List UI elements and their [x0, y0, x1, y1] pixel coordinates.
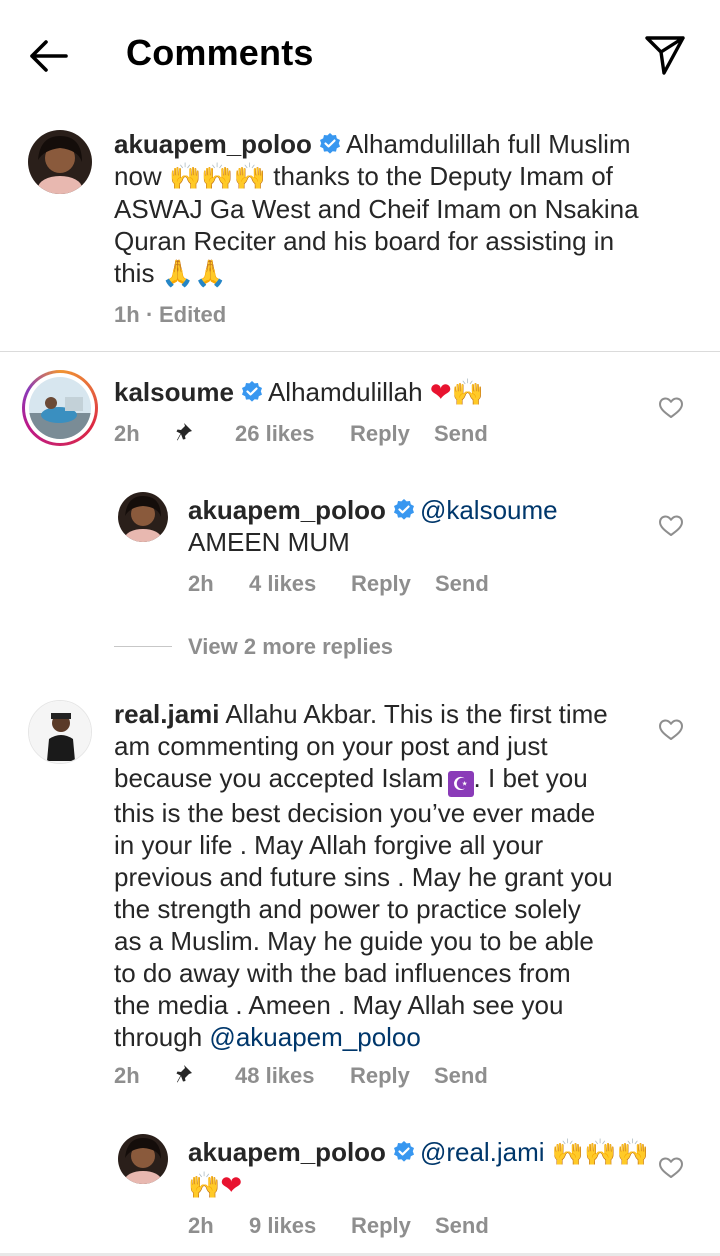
comment-body: Alhamdulillah: [267, 377, 423, 407]
back-button[interactable]: [22, 30, 74, 82]
verified-badge-icon: [393, 1141, 414, 1162]
reply-button[interactable]: Reply: [350, 1063, 410, 1089]
comment-line-9: to do away with the bad influences from: [114, 958, 571, 988]
likes-count[interactable]: 26 likes: [235, 421, 315, 447]
heart-outline-icon[interactable]: [658, 514, 684, 538]
caption-line-3: ASWAJ Ga West and Cheif Imam on Nsakina: [114, 194, 639, 224]
mention-link[interactable]: @akuapem_poloo: [209, 1022, 420, 1052]
comment-line-8: as a Muslim. May he guide you to be able: [114, 926, 594, 956]
red-heart-emoji: ❤: [429, 378, 452, 408]
comment-line-10: the media . Ameen . May Allah see you: [114, 990, 564, 1020]
avatar-image: [28, 130, 92, 194]
red-heart-emoji: ❤: [220, 1171, 243, 1201]
reply-text: akuapem_poloo @real.jami 🙌🙌🙌 🙌❤: [188, 1136, 649, 1202]
send-button[interactable]: Send: [435, 571, 489, 597]
comment-line-11: through: [114, 1022, 203, 1052]
comment-actions: 2h 26 likes Reply Send: [114, 421, 534, 449]
share-button[interactable]: [640, 32, 690, 78]
reply-body: AMEEN MUM: [188, 527, 350, 557]
comment-actions: 2h 48 likes Reply Send: [114, 1063, 534, 1091]
send-button[interactable]: Send: [434, 421, 488, 447]
comment-line-4: this is the best decision you’ve ever ma…: [114, 798, 596, 828]
post-caption: akuapem_poloo Alhamdulillah full Muslim n…: [0, 108, 720, 352]
view-more-replies-label[interactable]: View 2 more replies: [188, 634, 393, 660]
likes-count[interactable]: 9 likes: [249, 1213, 316, 1239]
reply-button[interactable]: Reply: [351, 1213, 411, 1239]
verified-badge-icon: [319, 133, 340, 154]
header: Comments: [0, 0, 720, 108]
caption-username[interactable]: akuapem_poloo: [114, 129, 312, 159]
raising-hands-emoji: 🙌: [451, 378, 485, 408]
comment-line-3-suffix: . I bet you: [473, 763, 588, 793]
caption-line-4: Quran Reciter and his board for assistin…: [114, 226, 615, 256]
avatar[interactable]: [28, 130, 92, 194]
pin-icon: [176, 421, 196, 449]
raising-hands-emoji: 🙌: [188, 1171, 221, 1201]
comment-line-3: because you accepted Islam: [114, 763, 444, 793]
divider: [114, 646, 172, 647]
raising-hands-emoji: 🙌🙌🙌: [168, 162, 267, 192]
reply-username[interactable]: akuapem_poloo: [188, 1137, 386, 1167]
comment-time: 2h: [114, 1063, 140, 1088]
caption-line-2-prefix: now: [114, 161, 162, 191]
heart-outline-icon[interactable]: [658, 396, 684, 420]
reply-button[interactable]: Reply: [350, 421, 410, 447]
caption-line-5: this: [114, 258, 155, 288]
verified-badge-icon: [393, 499, 414, 520]
heart-outline-icon[interactable]: [658, 718, 684, 742]
reply-text: akuapem_poloo @kalsoume AMEEN MUM: [188, 494, 558, 558]
comment-text: kalsoume Alhamdulillah ❤🙌: [114, 376, 484, 409]
caption-line-1: Alhamdulillah full Muslim: [345, 129, 631, 159]
avatar[interactable]: [118, 1134, 168, 1184]
comment-time: 2h: [188, 1213, 214, 1238]
send-button[interactable]: Send: [435, 1213, 489, 1239]
comment-line-6: previous and future sins . May he grant …: [114, 862, 613, 892]
likes-count[interactable]: 48 likes: [235, 1063, 315, 1089]
comment-text: real.jami Allahu Akbar. This is the firs…: [114, 698, 674, 1053]
caption-text: akuapem_poloo Alhamdulillah full Muslim n…: [114, 128, 674, 290]
reply-button[interactable]: Reply: [351, 571, 411, 597]
comment-time: 2h: [188, 571, 214, 596]
caption-separator: ·: [146, 302, 154, 327]
paper-plane-icon: [645, 36, 685, 75]
avatar: [29, 377, 91, 439]
send-button[interactable]: Send: [434, 1063, 488, 1089]
caption-line-2: thanks to the Deputy Imam of: [273, 161, 613, 191]
reply-actions: 2h 9 likes Reply Send: [188, 1213, 528, 1241]
praying-hands-emoji: 🙏🙏: [161, 259, 227, 289]
caption-edited: Edited: [159, 302, 227, 327]
likes-count[interactable]: 4 likes: [249, 571, 316, 597]
mention-link[interactable]: @real.jami: [420, 1137, 545, 1167]
caption-meta: 1h · Edited: [114, 302, 414, 330]
comment-username[interactable]: real.jami: [114, 699, 220, 729]
caption-time: 1h: [114, 302, 140, 327]
comment-time: 2h: [114, 421, 140, 446]
pin-icon: [176, 1063, 196, 1091]
comment-line-5: in your life . May Allah forgive all you…: [114, 830, 544, 860]
verified-badge-icon: [241, 381, 262, 402]
avatar[interactable]: [28, 700, 92, 764]
star-and-crescent-emoji: ☪: [447, 771, 474, 797]
heart-outline-icon[interactable]: [658, 1156, 684, 1180]
avatar-story-ring[interactable]: [22, 370, 98, 446]
reply-username[interactable]: akuapem_poloo: [188, 495, 386, 525]
comment-line-1: Allahu Akbar. This is the first time: [225, 699, 608, 729]
page-title: Comments: [126, 32, 314, 73]
comment-line-2: am commenting on your post and just: [114, 731, 548, 761]
mention-link[interactable]: @kalsoume: [420, 495, 558, 525]
comment-username[interactable]: kalsoume: [114, 377, 234, 407]
reply-actions: 2h 4 likes Reply Send: [188, 571, 528, 599]
raising-hands-emoji: 🙌🙌🙌: [551, 1138, 649, 1168]
comment-line-7: the strength and power to practice solel…: [114, 894, 581, 924]
avatar[interactable]: [118, 492, 168, 542]
arrow-left-icon: [30, 40, 68, 72]
